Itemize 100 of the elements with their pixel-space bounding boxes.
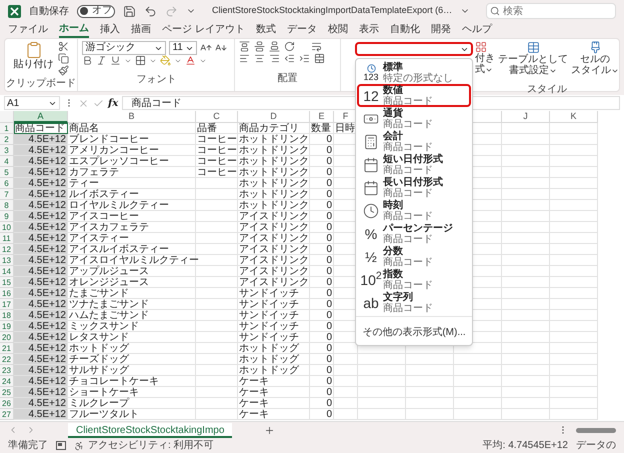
table-cell: 0 xyxy=(310,354,334,365)
table-cell: 4.5E+12 xyxy=(14,233,68,244)
format-preview: 商品コード xyxy=(383,234,434,244)
table-cell: 4.5E+12 xyxy=(14,288,68,299)
format-preview: 商品コード xyxy=(383,188,434,198)
table-cell: ルイボスティー xyxy=(68,189,196,200)
table-cell: 4.5E+12 xyxy=(14,244,68,255)
table-cell: エスプレッソコーヒー xyxy=(68,156,196,167)
table-cell: アイスドリンク xyxy=(238,277,310,288)
table-cell: 4.5E+12 xyxy=(14,343,68,354)
table-cell: 0 xyxy=(310,376,334,387)
table-cell: 0 xyxy=(310,398,334,409)
table-cell: 0 xyxy=(310,288,334,299)
table-cell: ブレンドコーヒー xyxy=(68,134,196,145)
table-cell: アイスドリンク xyxy=(238,266,310,277)
table-cell: ティー xyxy=(68,178,196,189)
table-cell: 4.5E+12 xyxy=(14,321,68,332)
format-name: 数値 xyxy=(383,84,404,96)
table-cell: ホットドッグ xyxy=(238,365,310,376)
format-glyph: % xyxy=(364,226,378,240)
status-accessibility: アクセシビリティ: 利用不可 xyxy=(88,438,214,453)
format-preview: 商品コード xyxy=(383,142,434,152)
table-cell: 0 xyxy=(310,299,334,310)
status-count: データの xyxy=(576,439,616,453)
header-cell: 日時 xyxy=(334,123,358,134)
table-cell: 0 xyxy=(310,189,334,200)
format-name: 短い日付形式 xyxy=(383,154,444,164)
table-cell: ホットドッグ xyxy=(68,343,196,354)
table-cell: 4.5E+12 xyxy=(14,398,68,409)
group-label: スタイル xyxy=(527,84,568,95)
table-cell: ホットドリンク xyxy=(238,200,310,211)
header-cell: 商品名 xyxy=(68,123,196,134)
table-cell: ケーキ xyxy=(238,376,310,387)
format-name: 通貨 xyxy=(383,108,404,118)
status-average: 平均: 4.74545E+12 xyxy=(482,439,568,453)
table-cell: サンドイッチ xyxy=(238,332,310,343)
table-cell: アイスドリンク xyxy=(238,255,310,266)
header-cell: 数量 xyxy=(310,123,334,134)
table-cell: ケーキ xyxy=(238,398,310,409)
window-title: ClientStoreStockStocktakingImportDataTemplateExport (6… xyxy=(212,4,452,18)
table-cell: 4.5E+12 xyxy=(14,222,68,233)
table-cell: ホットドリンク xyxy=(238,167,310,178)
table-cell: サルサドッグ xyxy=(68,365,196,376)
table-cell: コーヒー xyxy=(196,156,238,167)
format-glyph: 10$^{2}$ xyxy=(360,272,382,286)
format-name: 指数 xyxy=(383,268,404,280)
table-cell: ミルクレープ xyxy=(68,398,196,409)
table-cell: アメリカンコーヒー xyxy=(68,145,196,156)
table-cell: たまごサンド xyxy=(68,288,196,299)
table-cell: 0 xyxy=(310,255,334,266)
table-cell: 0 xyxy=(310,178,334,189)
table-cell: アイスルイボスティー xyxy=(68,244,196,255)
table-cell: 4.5E+12 xyxy=(14,299,68,310)
table-cell: 0 xyxy=(310,145,334,156)
table-cell: 4.5E+12 xyxy=(14,178,68,189)
table-cell: カフェラテ xyxy=(68,167,196,178)
table-cell: ホットドッグ xyxy=(238,343,310,354)
table-cell: 4.5E+12 xyxy=(14,266,68,277)
table-cell: ホットドリンク xyxy=(238,134,310,145)
table-cell: アイスロイヤルミルクティー xyxy=(68,255,196,266)
autosave-label: 自動保存 xyxy=(29,4,69,18)
table-cell: 0 xyxy=(310,200,334,211)
format-name: 文字列 xyxy=(383,292,414,302)
group-label: 配置 xyxy=(278,73,298,84)
format-preview: 商品コード xyxy=(383,164,434,176)
format-preview: 商品コード xyxy=(383,96,434,106)
format-name: 時刻 xyxy=(383,200,404,210)
table-cell: 4.5E+12 xyxy=(14,156,68,167)
table-cell: 4.5E+12 xyxy=(14,310,68,321)
table-cell: コーヒー xyxy=(196,167,238,178)
table-cell: フルーツタルト xyxy=(68,409,196,420)
table-cell: 4.5E+12 xyxy=(14,134,68,145)
table-cell: 4.5E+12 xyxy=(14,409,68,420)
table-cell: アイスドリンク xyxy=(238,222,310,233)
table-cell: 4.5E+12 xyxy=(14,211,68,222)
table-cell: サンドイッチ xyxy=(238,321,310,332)
format-glyph: ½ xyxy=(365,250,377,264)
table-cell: 0 xyxy=(310,387,334,398)
table-cell: サンドイッチ xyxy=(238,310,310,321)
table-cell: 0 xyxy=(310,277,334,288)
table-cell: ホットドッグ xyxy=(238,354,310,365)
table-cell: 4.5E+12 xyxy=(14,145,68,156)
table-cell: 0 xyxy=(310,244,334,255)
table-cell: ホットドリンク xyxy=(238,156,310,167)
table-cell: ケーキ xyxy=(238,387,310,398)
table-cell: 0 xyxy=(310,321,334,332)
header-cell: 商品カテゴリ xyxy=(238,123,310,134)
table-cell: 0 xyxy=(310,233,334,244)
table-cell: アップルジュース xyxy=(68,266,196,277)
format-preview: 商品コード xyxy=(383,256,434,268)
format-preview: 商品コード xyxy=(383,210,434,222)
header-cell: 品番 xyxy=(196,123,238,134)
format-preview: 商品コード xyxy=(383,118,434,130)
table-cell: 0 xyxy=(310,310,334,321)
table-cell: オレンジジュース xyxy=(68,277,196,288)
table-cell: アイスドリンク xyxy=(238,244,310,255)
format-glyph: ab xyxy=(363,296,379,310)
status-ready: 準備完了 xyxy=(8,438,48,453)
table-cell: 0 xyxy=(310,409,334,420)
table-cell: 0 xyxy=(310,156,334,167)
